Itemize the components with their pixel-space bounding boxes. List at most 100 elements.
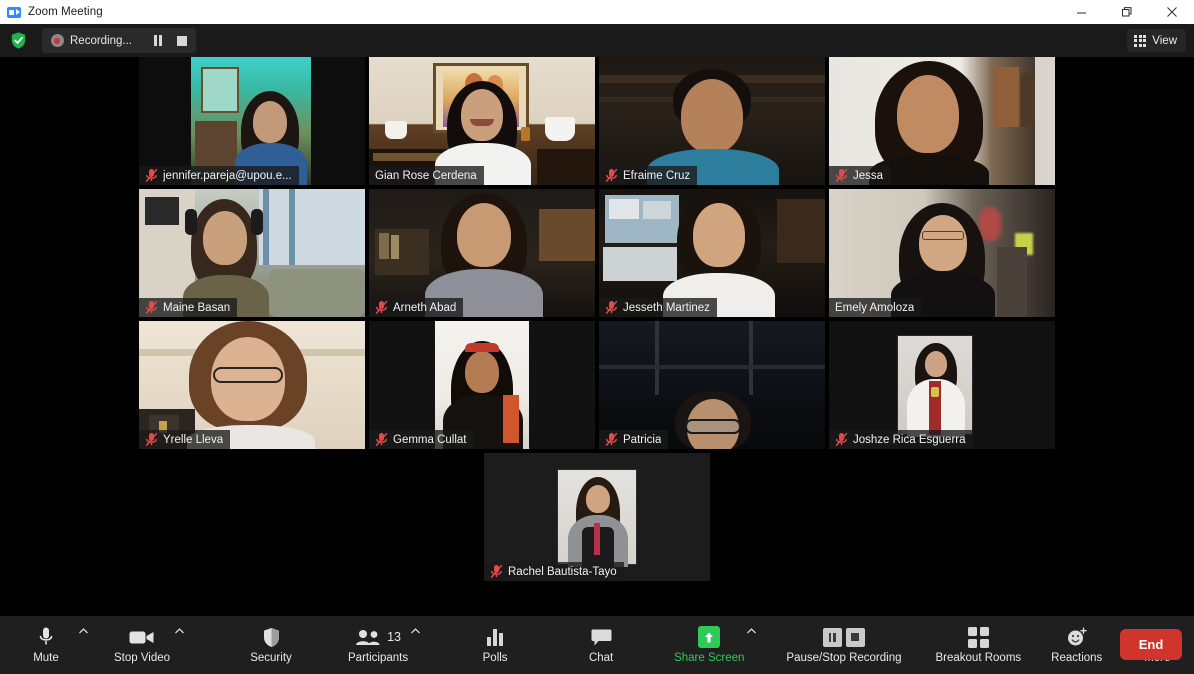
stop-recording-button[interactable]: [170, 30, 194, 51]
participants-options-chevron-icon[interactable]: [408, 620, 422, 642]
participant-tile[interactable]: Jessa: [829, 57, 1055, 185]
pause-stop-recording-icon: [822, 626, 865, 648]
smiley-plus-icon: [1066, 626, 1088, 648]
participant-name: jennifer.pareja@upou.e...: [163, 169, 292, 182]
gallery-row: Yrelle Lleva Gemma Cullat Patricia Joshz…: [0, 321, 1194, 449]
participant-tile[interactable]: Joshze Rica Esguerra: [829, 321, 1055, 449]
muted-microphone-icon: [375, 300, 388, 315]
encryption-shield-icon[interactable]: [9, 31, 28, 50]
participant-tile[interactable]: Emely Amoloza: [829, 189, 1055, 317]
participant-name: Rachel Bautista-Tayo: [508, 565, 617, 578]
title-bar-left: Zoom Meeting: [0, 6, 103, 18]
muted-microphone-icon: [605, 432, 618, 447]
pause-stop-recording-label: Pause/Stop Recording: [786, 652, 902, 664]
participant-tile[interactable]: Gian Rose Cerdena: [369, 57, 595, 185]
recording-dot-icon: [44, 34, 70, 47]
participant-tile[interactable]: Gemma Cullat: [369, 321, 595, 449]
muted-microphone-icon: [145, 168, 158, 183]
end-meeting-button[interactable]: End: [1120, 629, 1182, 660]
stop-video-button[interactable]: Stop Video: [110, 616, 172, 674]
camera-icon: [129, 626, 155, 648]
close-button[interactable]: [1149, 0, 1194, 24]
pause-icon: [153, 35, 163, 46]
share-options-chevron-icon[interactable]: [744, 620, 758, 642]
window-controls: [1059, 0, 1194, 24]
view-button[interactable]: View: [1127, 29, 1186, 52]
breakout-rooms-button[interactable]: Breakout Rooms: [930, 616, 1028, 674]
participants-count: 13: [387, 630, 401, 644]
stop-icon: [177, 35, 188, 46]
window-title: Zoom Meeting: [28, 6, 103, 18]
microphone-icon: [37, 626, 55, 648]
muted-microphone-icon: [835, 168, 848, 183]
participant-name-bar: Efraime Cruz: [599, 166, 698, 185]
participant-tile[interactable]: Arneth Abad: [369, 189, 595, 317]
audio-options-chevron-icon[interactable]: [76, 620, 90, 642]
gallery-row: Maine Basan Arneth Abad Jesseth Martinez: [0, 189, 1194, 317]
breakout-rooms-label: Breakout Rooms: [935, 652, 1022, 664]
participant-name-bar: Maine Basan: [139, 298, 238, 317]
gallery-grid: jennifer.pareja@upou.e... Gian Rose Cerd…: [0, 57, 1194, 585]
participant-name-bar: Patricia: [599, 430, 669, 449]
participants-group: 13 Participants: [346, 616, 422, 674]
participant-name: Maine Basan: [163, 301, 231, 314]
window-title-bar: Zoom Meeting: [0, 0, 1194, 24]
participant-name-bar: Arneth Abad: [369, 298, 464, 317]
participant-tile[interactable]: Maine Basan: [139, 189, 365, 317]
share-screen-label: Share Screen: [674, 652, 745, 664]
participant-name-bar: Gian Rose Cerdena: [369, 166, 484, 185]
participant-name: Jessa: [853, 169, 884, 182]
muted-microphone-icon: [145, 432, 158, 447]
mute-label: Mute: [33, 652, 59, 664]
polls-button[interactable]: Polls: [464, 616, 526, 674]
grid-view-icon: [1134, 34, 1147, 47]
share-screen-up-arrow-icon: [698, 626, 721, 648]
participant-tile[interactable]: jennifer.pareja@upou.e...: [139, 57, 365, 185]
participant-name: Gemma Cullat: [393, 433, 467, 446]
participant-tile[interactable]: Jesseth Martinez: [599, 189, 825, 317]
recording-indicator: Recording...: [42, 28, 197, 53]
participant-name: Arneth Abad: [393, 301, 457, 314]
chat-button[interactable]: Chat: [570, 616, 632, 674]
security-label: Security: [250, 652, 292, 664]
participant-name-bar: jennifer.pareja@upou.e...: [139, 166, 299, 185]
participant-name: Jesseth Martinez: [623, 301, 710, 314]
share-screen-group: Share Screen: [672, 616, 758, 674]
gallery-row: jennifer.pareja@upou.e... Gian Rose Cerd…: [0, 57, 1194, 185]
reactions-button[interactable]: Reactions: [1045, 616, 1108, 674]
recording-status-text: Recording...: [70, 34, 133, 47]
mute-button[interactable]: Mute: [14, 616, 76, 674]
polls-label: Polls: [482, 652, 508, 664]
participant-name: Emely Amoloza: [835, 301, 915, 314]
maximize-button[interactable]: [1104, 0, 1149, 24]
video-gallery: jennifer.pareja@upou.e... Gian Rose Cerd…: [0, 57, 1194, 616]
participant-name: Gian Rose Cerdena: [375, 169, 477, 182]
pause-recording-button[interactable]: [146, 30, 170, 51]
mute-group: Mute: [14, 616, 90, 674]
chat-label: Chat: [588, 652, 614, 664]
muted-microphone-icon: [490, 564, 503, 579]
pause-icon: [822, 627, 842, 647]
muted-microphone-icon: [375, 432, 388, 447]
participant-tile[interactable]: Efraime Cruz: [599, 57, 825, 185]
security-button[interactable]: Security: [240, 616, 302, 674]
participant-name: Efraime Cruz: [623, 169, 691, 182]
video-options-chevron-icon[interactable]: [172, 620, 186, 642]
minimize-button[interactable]: [1059, 0, 1104, 24]
stop-video-label: Stop Video: [113, 652, 171, 664]
pause-stop-recording-button[interactable]: Pause/Stop Recording: [780, 616, 907, 674]
share-screen-button[interactable]: Share Screen: [672, 616, 744, 674]
participants-button[interactable]: 13 Participants: [346, 616, 408, 674]
muted-microphone-icon: [605, 300, 618, 315]
muted-microphone-icon: [835, 432, 848, 447]
participant-name: Patricia: [623, 433, 662, 446]
participant-tile[interactable]: Patricia: [599, 321, 825, 449]
meeting-top-bar: Recording... View: [0, 24, 1194, 57]
people-icon: 13: [355, 626, 401, 648]
participant-name-bar: Jesseth Martinez: [599, 298, 717, 317]
bar-chart-icon: [487, 626, 503, 648]
speech-bubble-icon: [591, 626, 612, 648]
participant-tile[interactable]: Rachel Bautista-Tayo: [484, 453, 710, 581]
participant-tile[interactable]: Yrelle Lleva: [139, 321, 365, 449]
participant-name-bar: Rachel Bautista-Tayo: [484, 562, 624, 581]
